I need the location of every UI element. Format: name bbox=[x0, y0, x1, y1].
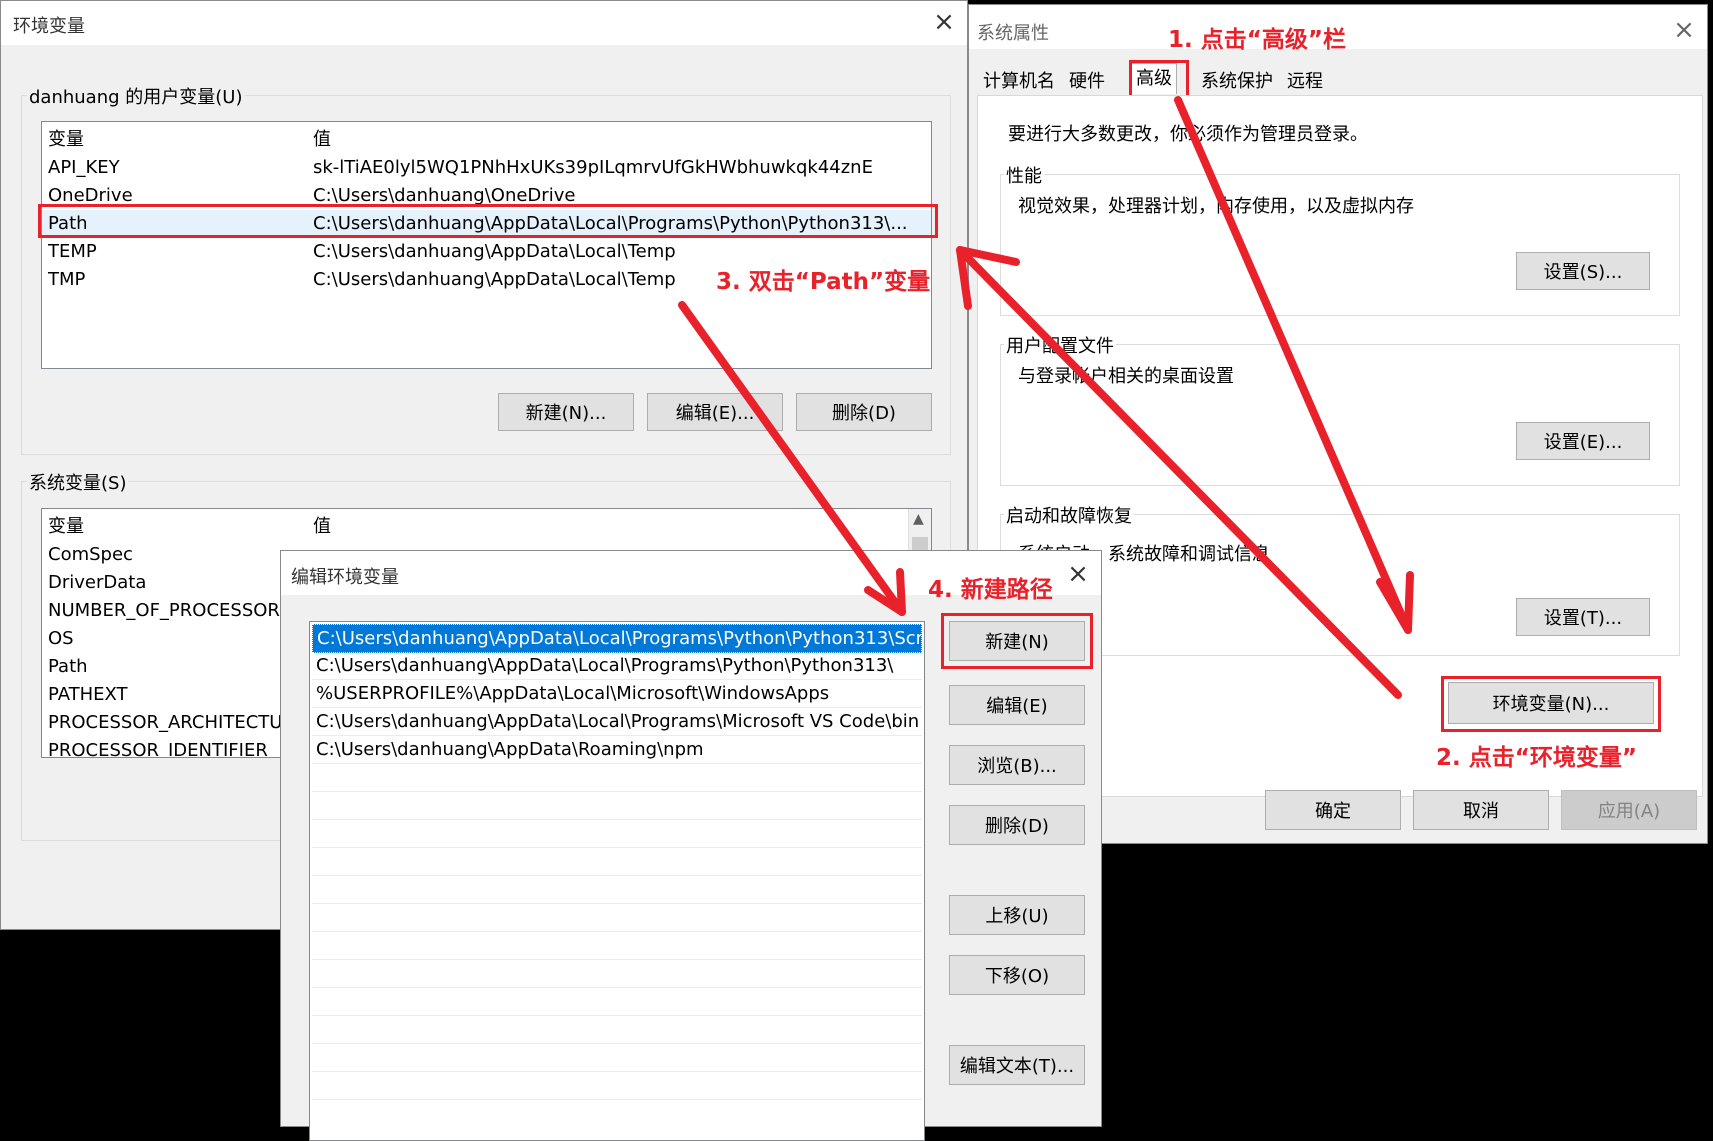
sys-props-title: 系统属性 bbox=[977, 23, 1049, 44]
annotation-step-2: 2. 点击“环境变量” bbox=[1436, 745, 1637, 771]
list-item[interactable]: C:\Users\danhuang\AppData\Local\Programs… bbox=[312, 708, 922, 736]
empty-row[interactable] bbox=[312, 792, 922, 820]
column-header-value[interactable]: 值 bbox=[313, 513, 331, 540]
ok-button[interactable]: 确定 bbox=[1265, 790, 1401, 830]
delete-path-button[interactable]: 删除(D) bbox=[949, 805, 1085, 845]
annotation-step-4: 4. 新建路径 bbox=[928, 577, 1053, 603]
user-new-button[interactable]: 新建(N)... bbox=[498, 393, 634, 431]
list-header: 变量 值 bbox=[42, 126, 931, 153]
system-vars-group-label: 系统变量(S) bbox=[27, 469, 129, 495]
empty-row[interactable] bbox=[312, 1072, 922, 1100]
highlight-path-row bbox=[38, 204, 938, 238]
performance-settings-button[interactable]: 设置(S)... bbox=[1516, 252, 1650, 290]
user-profile-label: 用户配置文件 bbox=[1004, 332, 1116, 358]
user-vars-list[interactable]: 变量 值 API_KEY sk-lTiAE0lyl5WQ1PNhHxUKs39p… bbox=[41, 121, 932, 369]
user-edit-button[interactable]: 编辑(E)... bbox=[647, 393, 783, 431]
highlight-advanced-tab bbox=[1129, 60, 1189, 98]
column-header-value[interactable]: 值 bbox=[313, 126, 331, 153]
annotation-step-1: 1. 点击“高级”栏 bbox=[1168, 27, 1346, 53]
user-profile-desc: 与登录帐户相关的桌面设置 bbox=[1018, 366, 1234, 387]
empty-row[interactable] bbox=[312, 932, 922, 960]
env-vars-title: 环境变量 bbox=[13, 16, 85, 37]
tab-system-protection[interactable]: 系统保护 bbox=[1197, 67, 1277, 97]
user-delete-button[interactable]: 删除(D) bbox=[796, 393, 932, 431]
performance-desc: 视觉效果，处理器计划，内存使用，以及虚拟内存 bbox=[1018, 196, 1414, 217]
column-header-variable[interactable]: 变量 bbox=[48, 513, 84, 540]
tab-computer-name[interactable]: 计算机名 bbox=[979, 67, 1059, 97]
list-item[interactable]: %USERPROFILE%\AppData\Local\Microsoft\Wi… bbox=[312, 680, 922, 708]
close-icon[interactable]: × bbox=[929, 7, 959, 37]
env-vars-titlebar: 环境变量 × bbox=[1, 1, 967, 45]
list-header: 变量 值 bbox=[42, 513, 931, 540]
empty-row[interactable] bbox=[312, 904, 922, 932]
user-vars-group-label: danhuang 的用户变量(U) bbox=[27, 83, 245, 109]
empty-row[interactable] bbox=[312, 960, 922, 988]
move-down-button[interactable]: 下移(O) bbox=[949, 955, 1085, 995]
user-profile-settings-button[interactable]: 设置(E)... bbox=[1516, 422, 1650, 460]
empty-row[interactable] bbox=[312, 1016, 922, 1044]
edit-text-button[interactable]: 编辑文本(T)... bbox=[949, 1045, 1085, 1085]
table-row[interactable]: TEMP C:\Users\danhuang\AppData\Local\Tem… bbox=[42, 238, 931, 265]
admin-note: 要进行大多数更改，你必须作为管理员登录。 bbox=[1008, 124, 1368, 145]
empty-row[interactable] bbox=[312, 820, 922, 848]
close-icon[interactable]: × bbox=[1669, 15, 1699, 45]
empty-row[interactable] bbox=[312, 1044, 922, 1072]
annotation-step-3: 3. 双击“Path”变量 bbox=[716, 269, 931, 295]
move-up-button[interactable]: 上移(U) bbox=[949, 895, 1085, 935]
list-item[interactable]: C:\Users\danhuang\AppData\Roaming\npm bbox=[312, 736, 922, 764]
highlight-new-button bbox=[941, 613, 1093, 669]
list-item[interactable]: C:\Users\danhuang\AppData\Local\Programs… bbox=[312, 652, 922, 680]
empty-row[interactable] bbox=[312, 764, 922, 792]
performance-label: 性能 bbox=[1004, 162, 1044, 188]
tab-remote[interactable]: 远程 bbox=[1283, 67, 1327, 97]
path-entries-list[interactable]: C:\Users\danhuang\AppData\Local\Programs… bbox=[309, 621, 925, 1141]
column-header-variable[interactable]: 变量 bbox=[48, 126, 84, 153]
edit-path-button[interactable]: 编辑(E) bbox=[949, 685, 1085, 725]
close-icon[interactable]: × bbox=[1063, 559, 1093, 589]
table-row[interactable]: API_KEY sk-lTiAE0lyl5WQ1PNhHxUKs39pILqmr… bbox=[42, 154, 931, 181]
startup-label: 启动和故障恢复 bbox=[1004, 502, 1134, 528]
edit-env-var-dialog: 编辑环境变量 × C:\Users\danhuang\AppData\Local… bbox=[280, 550, 1102, 1141]
highlight-env-button bbox=[1441, 676, 1661, 732]
cancel-button[interactable]: 取消 bbox=[1413, 790, 1549, 830]
edit-env-title: 编辑环境变量 bbox=[291, 567, 399, 588]
empty-row[interactable] bbox=[312, 876, 922, 904]
browse-button[interactable]: 浏览(B)... bbox=[949, 745, 1085, 785]
empty-row[interactable] bbox=[312, 988, 922, 1016]
apply-button[interactable]: 应用(A) bbox=[1561, 790, 1697, 830]
list-item-selected[interactable]: C:\Users\danhuang\AppData\Local\Programs… bbox=[312, 624, 922, 653]
startup-settings-button[interactable]: 设置(T)... bbox=[1516, 598, 1650, 636]
chevron-up-icon[interactable]: ▲ bbox=[913, 511, 924, 527]
tab-hardware[interactable]: 硬件 bbox=[1065, 67, 1109, 97]
empty-row[interactable] bbox=[312, 848, 922, 876]
